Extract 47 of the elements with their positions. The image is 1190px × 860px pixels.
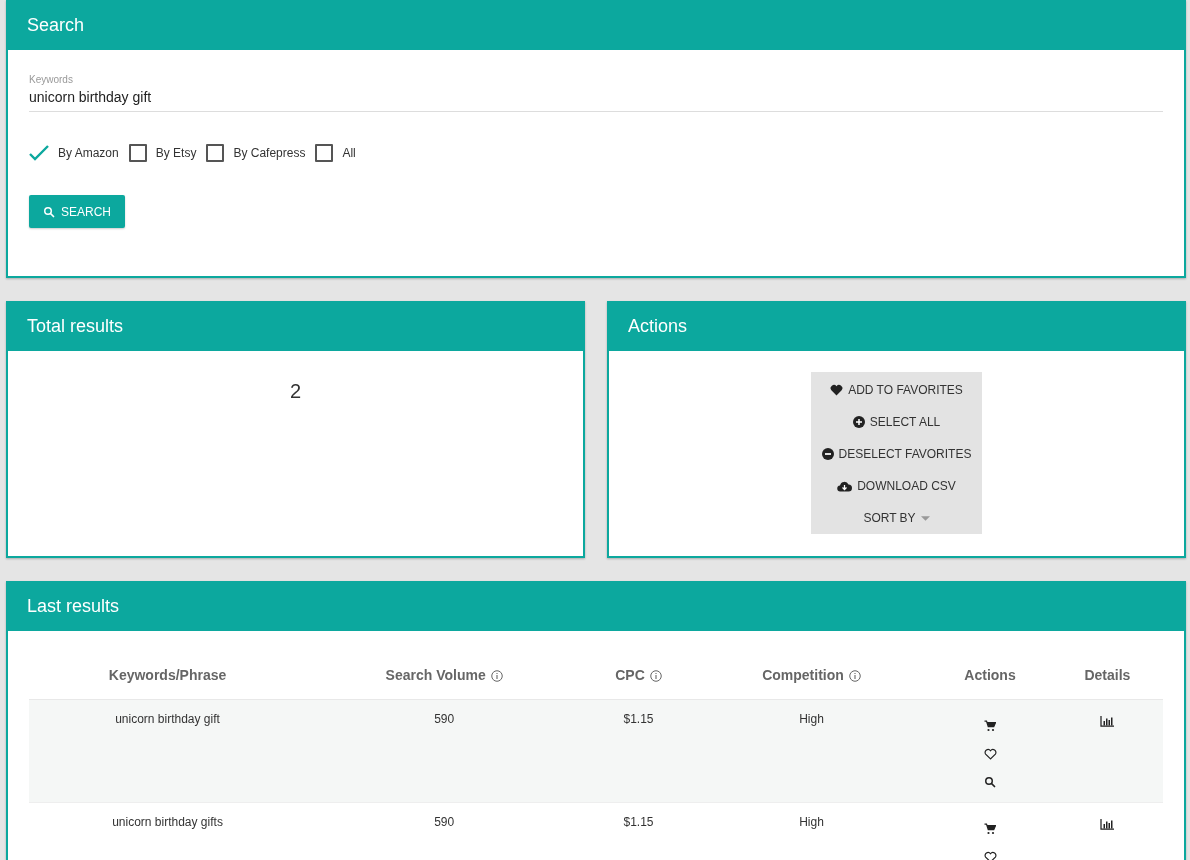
cloud-download-icon bbox=[837, 480, 853, 492]
column-header: Actions bbox=[964, 667, 1016, 684]
keywords-field[interactable]: unicorn birthday gift bbox=[29, 85, 1163, 112]
sort-dropdown[interactable]: SORT BY bbox=[811, 502, 982, 534]
action-button[interactable]: DESELECT FAVORITES bbox=[811, 438, 982, 470]
heart-icon bbox=[983, 851, 997, 860]
panel-title: Total results bbox=[27, 315, 124, 337]
table-cell: High bbox=[799, 712, 824, 726]
checkbox-label: By Cafepress bbox=[233, 146, 306, 160]
minus-circle-icon bbox=[821, 448, 834, 460]
action-button[interactable]: SELECT ALL bbox=[811, 406, 982, 438]
cart-icon bbox=[984, 823, 996, 835]
table-cell: unicorn birthday gifts bbox=[112, 815, 223, 829]
checkbox[interactable] bbox=[29, 145, 49, 161]
action-button[interactable]: DOWNLOAD CSV bbox=[811, 470, 982, 502]
column-header: Search Volume bbox=[385, 667, 486, 684]
column-header: Details bbox=[1084, 667, 1131, 684]
search-icon bbox=[43, 205, 55, 218]
bar-chart-icon bbox=[1100, 819, 1115, 830]
heart-icon bbox=[830, 384, 844, 396]
panel-title: Search bbox=[27, 14, 85, 36]
panel-title: Actions bbox=[628, 315, 688, 337]
heart-icon bbox=[983, 748, 997, 760]
action-button[interactable]: ADD TO FAVORITES bbox=[811, 374, 982, 406]
table-cell: $1.15 bbox=[623, 815, 654, 829]
column-header: CPC bbox=[615, 667, 645, 684]
cart-icon bbox=[984, 720, 996, 732]
caret-down-icon bbox=[920, 515, 930, 521]
panel-title: Last results bbox=[27, 595, 120, 617]
table-cell: 590 bbox=[434, 815, 455, 829]
result-count: 2 bbox=[288, 380, 303, 403]
column-header: Competition bbox=[762, 667, 844, 684]
checkbox[interactable] bbox=[315, 144, 334, 162]
table-cell: $1.15 bbox=[623, 712, 654, 726]
checkbox-label: By Etsy bbox=[155, 146, 197, 160]
table-cell: High bbox=[799, 815, 824, 829]
checkbox-label: By Amazon bbox=[58, 146, 119, 160]
search-icon bbox=[984, 776, 996, 788]
plus-circle-icon bbox=[852, 416, 865, 428]
checkbox-label: All bbox=[342, 146, 356, 160]
column-header: Keywords/Phrase bbox=[108, 667, 227, 684]
table-cell: 590 bbox=[434, 712, 455, 726]
table-cell: unicorn birthday gift bbox=[115, 712, 220, 726]
checkbox[interactable] bbox=[128, 144, 147, 162]
checkbox[interactable] bbox=[206, 144, 225, 162]
field-label: Keywords bbox=[29, 74, 74, 85]
bar-chart-icon bbox=[1100, 716, 1115, 727]
